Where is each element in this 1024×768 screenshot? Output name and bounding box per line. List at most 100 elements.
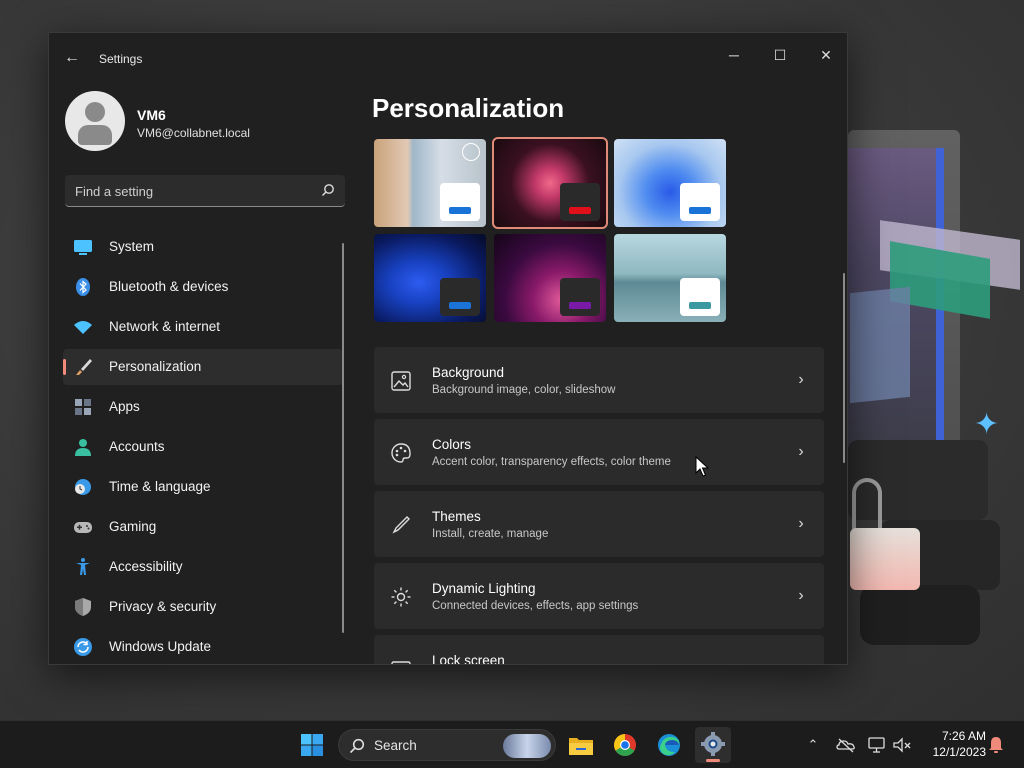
slideshow-icon: [462, 143, 480, 161]
sidebar-item-label: Apps: [109, 399, 140, 414]
theme-thumbnail[interactable]: [494, 234, 606, 322]
edge-button[interactable]: [651, 727, 687, 763]
accessibility-icon: [76, 558, 90, 575]
sidebar-item-windows-update[interactable]: Windows Update: [63, 629, 343, 664]
wifi-icon: [74, 321, 92, 334]
sidebar-item-time-language[interactable]: Time & language: [63, 469, 343, 505]
accent-bar: [689, 302, 711, 309]
avatar[interactable]: [65, 91, 125, 151]
pen-icon: [392, 516, 410, 534]
search-icon[interactable]: [321, 183, 335, 197]
theme-gallery: [374, 137, 730, 325]
mouse-cursor-icon: [695, 456, 709, 477]
settings-icon: [701, 732, 725, 756]
sidebar-scrollbar[interactable]: [342, 243, 344, 633]
avatar-body: [78, 125, 112, 145]
card-title: Colors: [432, 437, 472, 452]
sidebar-item-network[interactable]: Network & internet: [63, 309, 343, 345]
card-lock-screen[interactable]: Lock screen ›: [374, 635, 824, 664]
theme-thumbnail[interactable]: [614, 234, 726, 322]
search-label: Search: [374, 738, 417, 753]
onedrive-icon[interactable]: [836, 735, 856, 755]
chevron-up-icon[interactable]: ⌃: [803, 735, 823, 755]
sidebar-item-accounts[interactable]: Accounts: [63, 429, 343, 465]
back-button[interactable]: ←: [61, 47, 83, 69]
profile-name: VM6: [137, 107, 166, 123]
card-subtitle: Connected devices, effects, app settings: [432, 600, 639, 612]
accent-bar: [689, 207, 711, 214]
shield-icon: [75, 598, 91, 616]
volume-muted-icon[interactable]: [892, 735, 912, 755]
sidebar-item-label: Privacy & security: [109, 599, 217, 614]
find-setting-box[interactable]: [65, 175, 345, 207]
sidebar-item-personalization[interactable]: Personalization: [63, 349, 343, 385]
settings-button[interactable]: [695, 727, 731, 763]
accent-bar: [569, 207, 591, 214]
card-background[interactable]: Background Background image, color, slid…: [374, 347, 824, 413]
sidebar-item-label: Personalization: [109, 359, 202, 374]
active-indicator: [63, 359, 66, 375]
sparkle-icon: ✦: [974, 408, 1000, 441]
sidebar-item-apps[interactable]: Apps: [63, 389, 343, 425]
theme-swatch: [560, 183, 600, 221]
clock-time: 7:26 AM: [941, 729, 986, 743]
sidebar-item-accessibility[interactable]: Accessibility: [63, 549, 343, 585]
sidebar-item-bluetooth[interactable]: Bluetooth & devices: [63, 269, 343, 305]
sidebar-item-system[interactable]: System: [63, 229, 343, 265]
clock-date: 12/1/2023: [932, 745, 986, 759]
file-explorer-icon: [569, 738, 593, 755]
card-colors[interactable]: Colors Accent color, transparency effect…: [374, 419, 824, 485]
sidebar-item-label: Windows Update: [109, 639, 212, 654]
card-dynamic-lighting[interactable]: Dynamic Lighting Connected devices, effe…: [374, 563, 824, 629]
sidebar-item-label: System: [109, 239, 155, 254]
theme-swatch: [560, 278, 600, 316]
theme-swatch: [680, 183, 720, 221]
palette-icon: [391, 443, 411, 463]
theme-thumbnail-selected[interactable]: [492, 137, 608, 229]
network-icon[interactable]: [867, 735, 887, 755]
sidebar-item-privacy[interactable]: Privacy & security: [63, 589, 343, 625]
minimize-button[interactable]: ─: [711, 39, 757, 71]
theme-swatch: [440, 278, 480, 316]
user-profile[interactable]: VM6 VM6@collabnet.local: [65, 91, 355, 155]
start-button[interactable]: [294, 727, 330, 763]
search-input[interactable]: [75, 181, 305, 201]
wallpaper-card: [850, 286, 910, 404]
card-title: Background: [432, 365, 505, 380]
main-scrollbar[interactable]: [843, 273, 845, 463]
sidebar-item-gaming[interactable]: Gaming: [63, 509, 343, 545]
sidebar-item-label: Bluetooth & devices: [109, 279, 229, 294]
theme-thumbnail[interactable]: [374, 139, 486, 227]
close-button[interactable]: ✕: [803, 39, 847, 71]
theme-thumbnail[interactable]: [374, 234, 486, 322]
globe-clock-icon: [75, 479, 91, 495]
card-title: Dynamic Lighting: [432, 581, 536, 596]
taskbar-search[interactable]: Search: [338, 729, 556, 761]
chrome-button[interactable]: [607, 727, 643, 763]
wallpaper-lock: [850, 528, 920, 590]
page-title: Personalization: [372, 93, 565, 123]
profile-email: VM6@collabnet.local: [137, 126, 250, 140]
clock[interactable]: 7:26 AM 12/1/2023: [916, 728, 986, 760]
theme-thumbnail[interactable]: [614, 139, 726, 227]
card-subtitle: Install, create, manage: [432, 528, 549, 540]
title-bar[interactable]: ← Settings ─ ☐ ✕: [49, 33, 847, 83]
sidebar-item-label: Accessibility: [109, 559, 183, 574]
settings-window: ← Settings ─ ☐ ✕ VM6 VM6@collabnet.local…: [48, 32, 848, 665]
chevron-right-icon: ›: [794, 659, 808, 664]
chrome-icon: [614, 734, 636, 756]
sidebar-item-label: Accounts: [109, 439, 165, 454]
image-icon: [391, 371, 411, 391]
notification-bell-icon[interactable]: [986, 735, 1006, 755]
edge-icon: [658, 734, 680, 756]
sidebar-nav: System Bluetooth & devices Network & int…: [63, 229, 343, 664]
file-explorer-button[interactable]: [563, 727, 599, 763]
avatar-head: [85, 102, 105, 122]
window-title: Settings: [99, 52, 143, 66]
card-themes[interactable]: Themes Install, create, manage ›: [374, 491, 824, 557]
chevron-right-icon: ›: [798, 587, 804, 604]
brush-icon: [76, 359, 92, 375]
accent-bar: [449, 302, 471, 309]
maximize-button[interactable]: ☐: [757, 39, 803, 71]
card-subtitle: Background image, color, slideshow: [432, 384, 616, 396]
